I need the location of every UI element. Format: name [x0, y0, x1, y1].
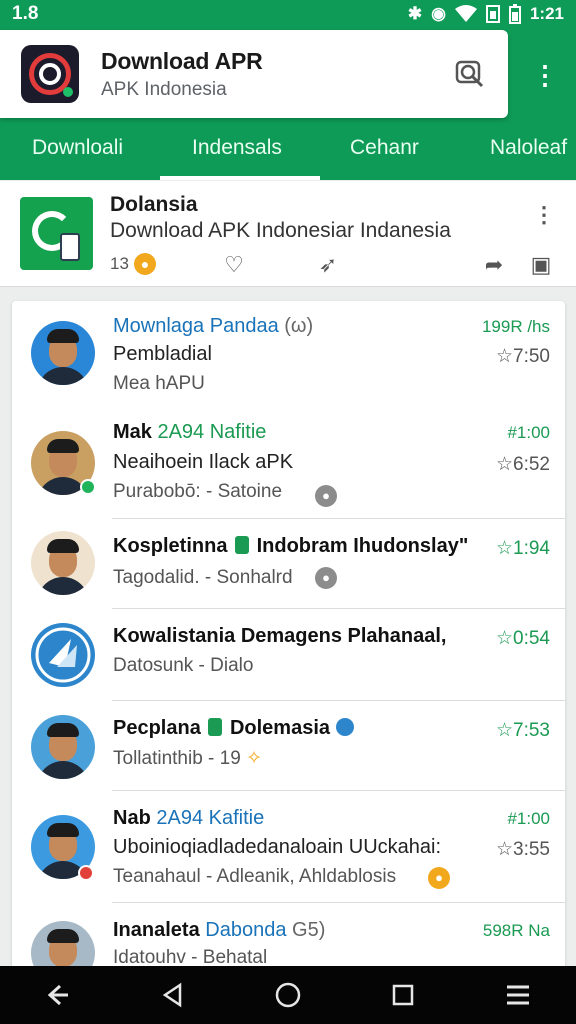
tab-naloleaf[interactable]: Naloleaf	[490, 136, 567, 160]
row-tag: 199R /hs	[481, 317, 550, 336]
list-item[interactable]: Nab 2A94 Kafitie #1:00 Uboinioqiadladeda…	[12, 791, 565, 903]
signal-icon	[485, 5, 500, 23]
navigation-bar	[0, 966, 576, 1024]
featured-count: 13	[110, 254, 129, 273]
battery-icon	[508, 4, 521, 24]
avatar	[31, 715, 95, 779]
search-subtitle: APK Indonesia	[101, 78, 227, 100]
heart-icon[interactable]: ♡	[220, 251, 248, 279]
row-name-accent: Indobram Ihudonslay"	[256, 535, 469, 557]
message-list: Mownlaga Pandaa (ω) 199R /hs Pembladial …	[12, 301, 565, 971]
row-message: Pembladial	[113, 343, 212, 365]
android-icon: ●	[315, 567, 337, 589]
featured-app-subtitle: Download APK Indonesiar Indanesia	[110, 219, 451, 242]
list-item[interactable]: Mak 2A94 Nafitie #1:00 Neaihoein Ilack a…	[12, 409, 565, 519]
list-item[interactable]: Kowalistania Demagens Plahanaal, ☆0:54 D…	[12, 609, 565, 701]
row-name-extra: G5)	[292, 919, 326, 941]
overflow-menu-icon[interactable]: ⋮	[530, 60, 560, 90]
list-item[interactable]: Pecplana Dolemasia ☆7:53 Tollatinthib - …	[12, 701, 565, 791]
save-icon[interactable]: ▣	[527, 251, 555, 279]
avatar	[31, 623, 95, 687]
row-subtitle: Teanahaul - Adleanik, Ahldablosis	[113, 866, 397, 887]
row-name: Kospletinna	[113, 535, 228, 557]
verified-badge-icon	[208, 718, 223, 736]
tab-indensals[interactable]: Indensals	[192, 136, 282, 160]
coin-icon: ●	[134, 253, 156, 275]
row-subtitle: Datosunk - Dialo	[113, 655, 254, 676]
row-message: Uboinioqiadladedanaloain UUckahai:	[113, 836, 442, 858]
back-triangle-icon[interactable]	[151, 973, 195, 1017]
row-name-accent: 2A94 Nafitie	[157, 421, 267, 443]
search-title: Download APR	[101, 47, 263, 74]
row-subtitle: Mea hAPU	[113, 373, 205, 394]
row-time: ☆7:50	[495, 346, 550, 367]
avatar	[31, 531, 95, 595]
app-logo	[21, 45, 79, 103]
tab-downloads[interactable]: Downloali	[32, 136, 123, 160]
row-name: Pecplana	[113, 717, 201, 739]
notification-badge	[78, 865, 94, 881]
tab-bar: Downloali Indensals Cehanr Naloleaf	[0, 120, 576, 180]
featured-app-card[interactable]: Dolansia Download APK Indonesiar Indanes…	[0, 181, 576, 287]
share-icon[interactable]: ➦	[480, 251, 508, 279]
row-time: ☆3:55	[495, 839, 550, 860]
alarm-icon: ◉	[431, 4, 446, 23]
row-name: Mak	[113, 421, 152, 443]
list-item[interactable]: Mownlaga Pandaa (ω) 199R /hs Pembladial …	[12, 301, 565, 409]
coin-icon: ●	[428, 867, 450, 889]
row-name-accent: Pandaa	[209, 315, 279, 337]
wifi-icon	[454, 5, 477, 22]
android-icon: ●	[315, 485, 337, 507]
row-name-accent: 2A94 Kafitie	[156, 807, 265, 829]
search-card[interactable]: Download APR APK Indonesia	[0, 30, 508, 118]
status-time: 1:21	[529, 4, 564, 23]
list-item[interactable]: Kospletinna Indobram Ihudonslay" ☆1:94 T…	[12, 519, 565, 609]
row-name-accent: Dabonda	[205, 919, 287, 941]
row-subtitle: Tagodalid. - Sonhalrd	[113, 567, 293, 588]
list-item[interactable]: Inanaleta Dabonda G5) 598R Na Idatouhv -…	[12, 903, 565, 971]
row-tag: #1:00	[507, 423, 550, 442]
tab-indicator	[160, 176, 320, 180]
row-name: Nab	[113, 807, 151, 829]
row-name-accent: Dolemasia	[229, 717, 331, 739]
status-bar: 1.8 ✱ ◉ 1:21	[0, 0, 576, 28]
row-name: Inanaleta	[113, 919, 200, 941]
row-name-extra: (ω)	[284, 315, 314, 337]
row-time: ☆0:54	[495, 628, 550, 649]
search-icon[interactable]	[450, 54, 490, 94]
menu-icon[interactable]	[496, 973, 540, 1017]
recents-icon[interactable]	[381, 973, 425, 1017]
card-more-icon[interactable]: ⋮	[530, 201, 558, 229]
row-subtitle: Purabobō: - Satoine	[113, 481, 283, 502]
pin-icon[interactable]: ➶	[314, 251, 342, 279]
back-arrow-icon[interactable]	[36, 973, 80, 1017]
row-time: ☆1:94	[495, 538, 550, 559]
spark-icon: ✧	[246, 748, 262, 769]
row-name: Kowalistania Demagens Plahanaal,	[113, 625, 447, 647]
bluetooth-icon: ✱	[407, 4, 423, 23]
status-left-text: 1.8	[12, 3, 39, 24]
avatar	[31, 921, 95, 971]
shield-icon	[335, 718, 354, 736]
row-subtitle: Tollatinthib - 19	[113, 748, 241, 769]
row-tag: #1:00	[507, 809, 550, 828]
avatar	[31, 321, 95, 385]
row-tag: 598R Na	[482, 921, 550, 940]
status-icons: ✱ ◉ 1:21	[408, 4, 564, 24]
home-icon[interactable]	[266, 973, 310, 1017]
online-badge	[80, 479, 96, 495]
row-time: ☆6:52	[495, 454, 550, 475]
row-message: Neaihoein Ilack aPK	[113, 451, 294, 473]
featured-app-title: Dolansia	[110, 193, 198, 216]
verified-badge-icon	[235, 536, 250, 554]
featured-app-icon	[20, 197, 93, 270]
tab-cehanr[interactable]: Cehanr	[350, 136, 419, 160]
row-name: Mownlaga	[113, 315, 205, 337]
row-time: ☆7:53	[495, 720, 550, 741]
